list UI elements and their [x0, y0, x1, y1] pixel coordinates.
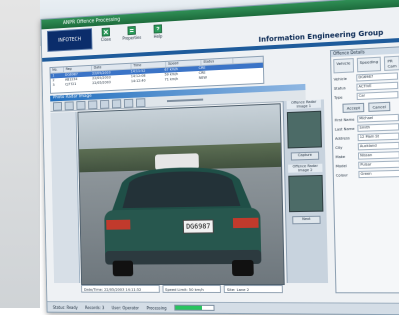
toolbar: Close Properties Help — [96, 23, 169, 47]
field-row: Colour Green — [335, 169, 399, 179]
logo: INFOTECH — [46, 28, 93, 52]
field-input[interactable]: Smith — [357, 123, 399, 132]
details-tabs: Vehicle Speeding PR Cam — [331, 54, 399, 74]
field-label: Address — [334, 135, 350, 141]
thumbnail[interactable] — [286, 110, 322, 149]
column-header[interactable]: No. — [50, 67, 64, 73]
tab-speeding[interactable]: Speeding — [356, 56, 382, 73]
close-label: Close — [100, 36, 112, 43]
help-label: Help — [153, 33, 163, 39]
zoom-out-icon[interactable] — [64, 100, 74, 110]
field-label: Vehicle — [333, 76, 347, 82]
close-button[interactable]: Close — [96, 27, 117, 48]
field-input[interactable]: DG6987 — [356, 72, 399, 82]
cancel-button[interactable]: Cancel — [368, 101, 391, 112]
offence-details-panel: Offence Details Vehicle Speeding PR Cam … — [329, 46, 399, 294]
field-row: Model Pulsar — [335, 160, 399, 170]
radar-photo[interactable]: DG6987 — [77, 103, 285, 286]
properties-icon — [127, 25, 136, 35]
cell: NEW — [198, 75, 207, 80]
field-label: Colour — [335, 172, 348, 178]
status-text: Status: Ready — [52, 304, 78, 310]
perspective-wrapper: ANPR Offence Processing INFOTECH Close P… — [14, 0, 399, 315]
field-row: Status ACTIVE — [333, 81, 399, 92]
photo-caption: Date/Time: 22/05/2003 14:11:52 Speed Lim… — [81, 284, 283, 294]
field-row: Vehicle DG6987 — [333, 72, 399, 82]
crop-icon[interactable] — [88, 99, 98, 109]
field-input[interactable]: Nissan — [357, 151, 399, 160]
logo-text: INFOTECH — [58, 36, 82, 44]
properties-button[interactable]: Properties — [121, 25, 142, 46]
tab-vehicle[interactable]: Vehicle — [333, 58, 354, 74]
zoom-in-icon[interactable] — [52, 101, 63, 111]
caption-datetime: Date/Time: 22/05/2003 14:11:52 — [81, 284, 160, 293]
thumbnail[interactable] — [288, 174, 324, 213]
field-label: First Name — [334, 117, 355, 122]
contrast-icon[interactable] — [111, 98, 122, 108]
cell: 14:12:40 — [130, 78, 146, 84]
caption-site: Site: Lane 2 — [223, 285, 283, 294]
car-image — [104, 153, 262, 277]
image-tool-strip — [50, 111, 81, 284]
capture-button[interactable]: Capture — [290, 151, 320, 161]
rotate-icon[interactable] — [123, 98, 134, 108]
field-row: Type Car — [334, 91, 399, 101]
details-buttons: Accept Cancel — [332, 101, 399, 113]
field-label: Make — [335, 154, 346, 159]
field-row: City Auckland — [335, 141, 399, 151]
pan-icon[interactable] — [76, 100, 86, 110]
field-label: Type — [334, 95, 343, 100]
brightness-slider[interactable] — [166, 98, 204, 103]
field-input[interactable]: Green — [358, 169, 399, 179]
field-input[interactable]: ACTIVE — [356, 81, 399, 91]
app-window: ANPR Offence Processing INFOTECH Close P… — [40, 0, 399, 315]
close-icon — [101, 27, 110, 37]
user-text: User: Operator — [111, 304, 140, 310]
cell: CJ7721 — [65, 82, 77, 87]
field-row: Last Name Smith — [335, 123, 399, 132]
cell: 3 — [52, 83, 55, 88]
field-row: Address 12 Main St — [334, 132, 399, 142]
cell: 71 km/h — [164, 76, 179, 82]
window-title: ANPR Offence Processing — [62, 16, 121, 27]
field-label: Model — [335, 163, 347, 168]
help-button[interactable]: Help — [147, 23, 168, 44]
properties-label: Properties — [122, 34, 142, 41]
help-icon — [153, 24, 163, 34]
field-row: First Name Michael — [334, 113, 399, 124]
license-plate: DG6987 — [182, 219, 214, 234]
thumbnail-label: Offence Radar Image 1 — [286, 99, 322, 110]
field-label: City — [335, 145, 343, 150]
field-row: Make Nissan — [335, 151, 399, 160]
field-input[interactable]: Car — [356, 91, 399, 101]
brightness-icon[interactable] — [99, 99, 110, 109]
records-text: Records: 3 — [85, 304, 105, 310]
field-input[interactable]: 12 Main St — [357, 132, 399, 142]
accept-button[interactable]: Accept — [342, 102, 365, 113]
cell: 22/05/2003 — [92, 80, 111, 86]
field-label: Status — [333, 85, 346, 91]
tab-pr-cam[interactable]: PR Cam — [384, 55, 399, 71]
print-icon[interactable] — [135, 97, 146, 107]
next-button[interactable]: Next — [292, 215, 321, 225]
field-input[interactable]: Pulsar — [358, 160, 399, 169]
thumbnail-strip: Offence Radar Image 1 Capture Offence Ra… — [282, 99, 329, 284]
field-input[interactable]: Auckland — [357, 141, 399, 151]
caption-speed-limit: Speed Limit: 50 km/h — [162, 284, 222, 293]
field-label: Last Name — [334, 126, 355, 132]
thumbnail-label: Offence Radar Image 2 — [288, 163, 323, 173]
field-input[interactable]: Michael — [357, 113, 399, 123]
